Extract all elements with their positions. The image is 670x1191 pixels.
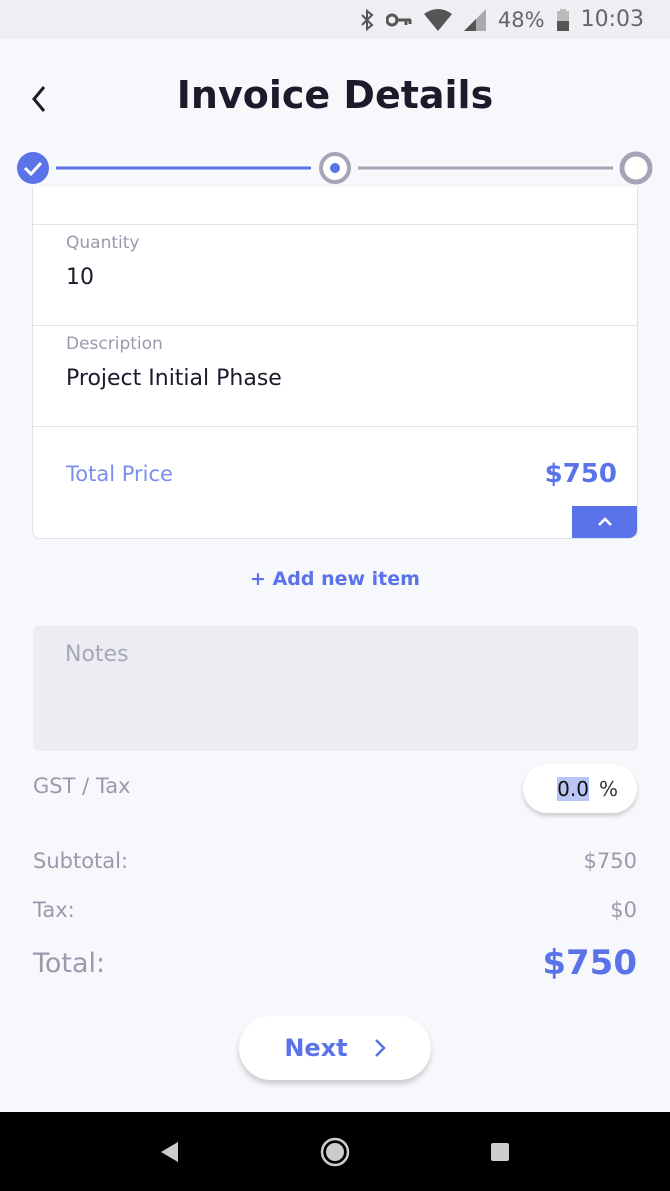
android-nav-bar: [0, 1112, 670, 1191]
subtotal-label: Subtotal:: [33, 849, 129, 873]
total-price-label: Total Price: [66, 462, 173, 486]
cell-signal-icon: [463, 8, 486, 31]
vpn-key-icon: [385, 13, 412, 26]
quantity-field[interactable]: Quantity 10: [33, 225, 637, 326]
nav-home-icon[interactable]: [320, 1137, 350, 1167]
total-price-value: $750: [544, 459, 617, 489]
next-button[interactable]: Next: [239, 1016, 431, 1080]
tax-rate-unit: %: [598, 776, 618, 801]
subtotal-row: Subtotal: $750: [33, 849, 637, 873]
description-label: Description: [66, 334, 163, 354]
chevron-up-icon: [597, 517, 612, 526]
step-3-pending: [619, 151, 653, 185]
tax-row: Tax: $0: [33, 898, 637, 922]
tax-rate-input[interactable]: 0.0 %: [523, 764, 637, 813]
chevron-right-icon: [374, 1039, 386, 1057]
status-bar: 48% 10:03: [0, 0, 670, 39]
add-new-item-button[interactable]: + Add new item: [0, 568, 670, 590]
nav-recents-icon[interactable]: [490, 1142, 510, 1162]
step-2-current: [319, 152, 351, 184]
description-field[interactable]: Description Project Initial Phase: [33, 326, 637, 427]
subtotal-value: $750: [583, 849, 637, 873]
step-1-completed: [17, 152, 49, 184]
progress-stepper: [17, 151, 653, 185]
invoice-item-card: Quantity 10 Description Project Initial …: [32, 150, 638, 539]
total-price-row: Total Price $750: [66, 459, 617, 489]
description-value[interactable]: Project Initial Phase: [66, 366, 637, 391]
gst-tax-label: GST / Tax: [33, 774, 131, 798]
quantity-value[interactable]: 10: [66, 265, 637, 290]
page-title: Invoice Details: [176, 73, 494, 117]
tax-rate-value[interactable]: 0.0: [557, 776, 589, 801]
next-label: Next: [284, 1034, 348, 1062]
nav-back-icon[interactable]: [160, 1141, 180, 1163]
collapse-item-button[interactable]: [572, 506, 637, 538]
tax-value: $0: [610, 898, 637, 922]
total-value: $750: [542, 943, 637, 983]
notes-input[interactable]: Notes: [33, 626, 638, 751]
battery-percent: 48%: [497, 7, 545, 32]
tax-label: Tax:: [33, 898, 75, 922]
total-row: Total: $750: [33, 943, 637, 983]
notes-placeholder: Notes: [65, 642, 129, 667]
bluetooth-icon: [361, 8, 374, 31]
total-label: Total:: [33, 947, 106, 979]
quantity-label: Quantity: [66, 233, 140, 253]
battery-icon: [556, 8, 569, 31]
wifi-icon: [423, 8, 452, 31]
clock: 10:03: [580, 7, 644, 32]
header: Invoice Details: [0, 39, 670, 187]
